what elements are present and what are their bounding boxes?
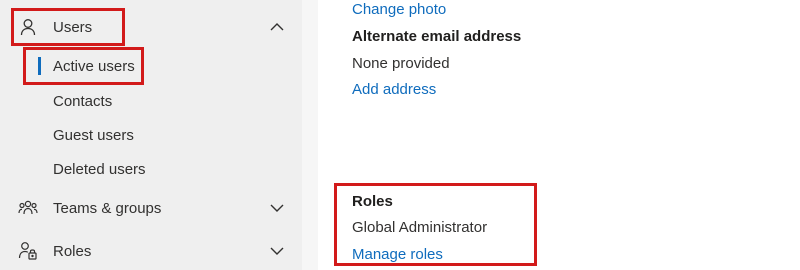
sidebar-item-label: Deleted users — [53, 160, 146, 178]
add-address-link[interactable]: Add address — [352, 81, 436, 98]
roles-value: Global Administrator — [352, 219, 488, 236]
sidebar-item-label: Teams & groups — [53, 199, 162, 217]
sidebar-item-active-users[interactable]: Active users — [0, 49, 302, 83]
admin-sidebar: Users Active users Contacts Guest users … — [0, 0, 302, 270]
sidebar-item-label: Users — [53, 18, 93, 36]
manage-roles-link[interactable]: Manage roles — [352, 246, 443, 263]
chevron-down-icon[interactable] — [268, 199, 286, 217]
sidebar-item-contacts[interactable]: Contacts — [0, 84, 302, 118]
sidebar-item-roles[interactable]: Roles — [0, 234, 302, 268]
people-group-icon — [18, 198, 38, 218]
alt-email-value: None provided — [352, 55, 450, 72]
sidebar-item-label: Guest users — [53, 126, 134, 144]
sidebar-item-label: Roles — [53, 242, 92, 260]
chevron-down-icon[interactable] — [268, 242, 286, 260]
sidebar-item-guest-users[interactable]: Guest users — [0, 118, 302, 152]
sidebar-item-label: Active users — [53, 57, 135, 75]
sidebar-item-label: Contacts — [53, 92, 113, 110]
sidebar-item-users[interactable]: Users — [0, 10, 302, 44]
chevron-up-icon[interactable] — [268, 18, 286, 36]
sidebar-item-deleted-users[interactable]: Deleted users — [0, 152, 302, 186]
roles-heading: Roles — [352, 193, 393, 210]
active-indicator — [38, 57, 41, 75]
person-key-icon — [18, 241, 38, 261]
change-photo-link[interactable]: Change photo — [352, 1, 446, 18]
panel-divider — [302, 0, 318, 270]
user-details-panel: Change photo Alternate email address Non… — [318, 0, 800, 270]
sidebar-item-teams-groups[interactable]: Teams & groups — [0, 191, 302, 225]
person-icon — [18, 17, 38, 37]
alt-email-heading: Alternate email address — [352, 28, 522, 45]
